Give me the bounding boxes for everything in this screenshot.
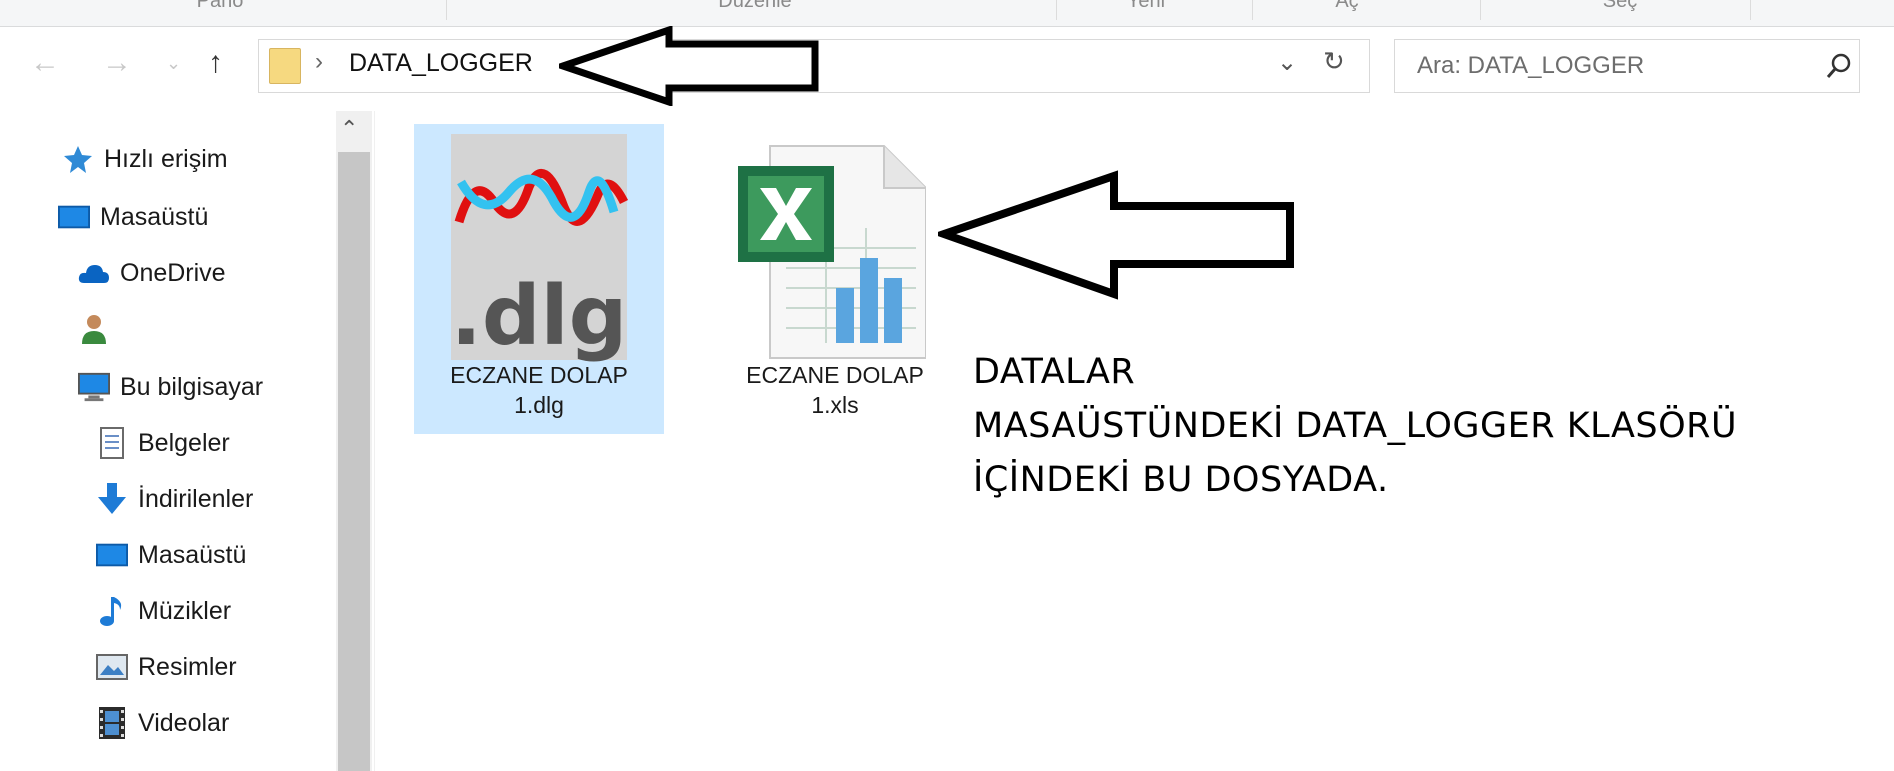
ribbon-group-ac[interactable]: Aç xyxy=(1322,0,1372,16)
file-item-xls[interactable]: ECZANE DOLAP 1.xls xyxy=(710,124,960,434)
nav-item-documents[interactable]: Belgeler xyxy=(96,421,230,465)
download-icon xyxy=(96,483,128,515)
ribbon: Pano Düzenle Yeni Aç Seç xyxy=(0,0,1894,26)
search-input[interactable] xyxy=(1415,50,1799,82)
navpane-scrollbar-thumb[interactable] xyxy=(338,152,370,771)
address-dropdown-icon[interactable]: ⌄ xyxy=(1277,48,1297,77)
file-label: ECZANE DOLAP 1.xls xyxy=(710,360,960,420)
nav-item-desktop[interactable]: Masaüstü xyxy=(58,195,208,239)
file-name-line2: 1.xls xyxy=(811,392,859,418)
desktop-icon xyxy=(58,201,90,233)
file-item-dlg[interactable]: .dlg ECZANE DOLAP 1.dlg xyxy=(414,124,664,434)
address-bar[interactable]: › DATA_LOGGER ⌄ ↻ xyxy=(258,26,1370,106)
star-icon xyxy=(62,143,94,175)
nav-item-label: Bu bilgisayar xyxy=(120,372,264,401)
ribbon-group-sec[interactable]: Seç xyxy=(1590,0,1650,16)
forward-arrow-icon[interactable]: → xyxy=(102,45,132,81)
ribbon-group-duzenle[interactable]: Düzenle xyxy=(690,0,820,16)
search-icon[interactable] xyxy=(1823,50,1855,82)
ribbon-group-yeni[interactable]: Yeni xyxy=(1106,0,1186,16)
navigation-bar: ← → ⌄ ↑ › DATA_LOGGER ⌄ ↻ xyxy=(0,26,1894,111)
chevron-down-icon[interactable]: ⌄ xyxy=(166,45,181,81)
file-label: ECZANE DOLAP 1.dlg xyxy=(414,360,664,420)
ribbon-separator xyxy=(1480,0,1481,20)
documents-icon xyxy=(96,427,128,459)
folder-icon xyxy=(269,48,301,84)
nav-item-label: Masaüstü xyxy=(100,202,209,231)
nav-item-quick-access[interactable]: Hızlı erişim xyxy=(62,137,228,181)
videos-icon xyxy=(96,707,128,739)
nav-item-label: Belgeler xyxy=(138,428,230,457)
search-box[interactable] xyxy=(1394,39,1860,93)
nav-item-label: İndirilenler xyxy=(138,484,254,513)
up-arrow-icon[interactable]: ↑ xyxy=(208,45,223,81)
desktop-icon xyxy=(96,539,128,571)
pictures-icon xyxy=(96,651,128,683)
cloud-icon xyxy=(78,257,110,289)
nav-item-user[interactable] xyxy=(78,307,120,351)
breadcrumb-data-logger[interactable]: DATA_LOGGER xyxy=(349,49,533,78)
nav-item-onedrive[interactable]: OneDrive xyxy=(78,251,226,295)
annotation-line-1: DATALAR xyxy=(973,352,1136,392)
navigation-pane: Hızlı erişim Masaüstü OneDrive Bu bilgis… xyxy=(0,111,336,771)
annotation-text: DATALAR MASAÜSTÜNDEKİ DATA_LOGGER KLASÖR… xyxy=(973,345,1737,507)
file-name-line1: ECZANE DOLAP xyxy=(450,362,628,388)
back-arrow-icon[interactable]: ← xyxy=(30,45,60,81)
annotation-line-2: MASAÜSTÜNDEKİ DATA_LOGGER KLASÖRÜ xyxy=(973,406,1738,446)
dlg-icon-text: .dlg xyxy=(451,269,628,362)
dlg-file-icon: .dlg xyxy=(451,134,629,362)
nav-item-pictures[interactable]: Resimler xyxy=(96,645,237,689)
music-icon xyxy=(96,595,128,627)
annotation-arrow-xls xyxy=(938,170,1294,300)
nav-item-desktop-2[interactable]: Masaüstü xyxy=(96,533,246,577)
scroll-up-arrow-icon[interactable]: ⌃ xyxy=(340,116,358,142)
ribbon-separator xyxy=(1252,0,1253,20)
ribbon-separator xyxy=(1056,0,1057,20)
file-name-line1: ECZANE DOLAP xyxy=(746,362,924,388)
nav-item-this-pc[interactable]: Bu bilgisayar xyxy=(78,365,263,409)
file-name-line2: 1.dlg xyxy=(514,392,564,418)
annotation-line-3: İÇİNDEKİ BU DOSYADA. xyxy=(973,460,1389,500)
nav-item-videos[interactable]: Videolar xyxy=(96,701,229,745)
nav-item-label: Masaüstü xyxy=(138,540,247,569)
breadcrumb-separator: › xyxy=(315,48,323,75)
nav-item-label: Videolar xyxy=(138,708,230,737)
user-icon xyxy=(78,313,110,345)
ribbon-group-pano[interactable]: Pano xyxy=(170,0,270,16)
nav-item-label: Müzikler xyxy=(138,596,232,625)
pane-divider[interactable] xyxy=(374,111,375,771)
computer-icon xyxy=(78,371,110,403)
nav-item-downloads[interactable]: İndirilenler xyxy=(96,477,253,521)
refresh-icon[interactable]: ↻ xyxy=(1323,46,1345,77)
nav-item-label: OneDrive xyxy=(120,258,226,287)
ribbon-separator xyxy=(1750,0,1751,20)
annotation-arrow-left xyxy=(559,26,819,106)
nav-item-music[interactable]: Müzikler xyxy=(96,589,231,633)
ribbon-separator xyxy=(446,0,447,20)
excel-file-icon xyxy=(738,145,926,359)
nav-item-label: Resimler xyxy=(138,652,237,681)
nav-item-label: Hızlı erişim xyxy=(104,144,228,173)
